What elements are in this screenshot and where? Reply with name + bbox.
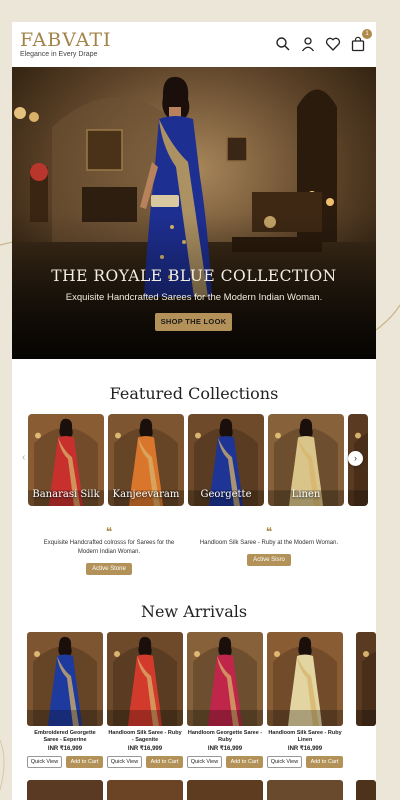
search-icon[interactable] <box>275 36 291 52</box>
collection-card[interactable]: Kanjeevaram <box>108 414 184 506</box>
product-card-partial[interactable] <box>356 632 376 726</box>
product-card: Handloom Silk Saree - Ruby Linen INR ₹16,… <box>267 632 343 768</box>
user-icon[interactable] <box>300 36 316 52</box>
brand-tagline: Elegance in Every Drape <box>20 51 98 58</box>
quick-view-button[interactable]: Quick View <box>187 756 222 768</box>
product-actions: Quick View Add to Cart <box>27 756 103 768</box>
product-image[interactable] <box>267 780 343 800</box>
new-arrivals-grid: Embroidered Georgette Saree - Eeperine IN… <box>27 632 376 772</box>
next-products-row <box>27 780 376 800</box>
quick-view-button[interactable]: Quick View <box>267 756 302 768</box>
cart-count-badge: 1 <box>362 29 372 39</box>
featured-carousel: Banarasi Silk Kanjeevaram Georgette Linen <box>28 414 376 508</box>
hero-title: THE ROYALE BLUE COLLECTION <box>51 267 337 285</box>
product-actions: Quick View Add to Cart <box>267 756 343 768</box>
testimonial-button[interactable]: Active Sisro <box>247 554 291 566</box>
hero-banner[interactable]: THE ROYALE BLUE COLLECTION Exquisite Han… <box>12 67 376 359</box>
carousel-next-icon[interactable]: › <box>348 451 363 466</box>
brand-name: FABVATI <box>20 29 112 51</box>
product-price: INR ₹16,999 <box>287 746 323 752</box>
collection-label: Banarasi Silk <box>32 489 100 500</box>
site-header: FABVATI Elegance in Every Drape 1 <box>12 22 376 66</box>
add-to-cart-button[interactable]: Add to Cart <box>226 756 263 768</box>
product-card: Embroidered Georgette Saree - Eeperine IN… <box>27 632 103 768</box>
new-arrivals-title: New Arrivals <box>140 602 248 621</box>
product-image[interactable] <box>187 780 263 800</box>
quote-icon: ❝ <box>265 525 273 539</box>
product-price: INR ₹16,999 <box>127 746 163 752</box>
product-image[interactable] <box>107 780 183 800</box>
testimonial-text: Exquisite Handcrafted colrosss for Saree… <box>43 540 175 555</box>
product-image[interactable] <box>267 632 343 726</box>
add-to-cart-button[interactable]: Add to Cart <box>146 756 183 768</box>
product-name[interactable]: Handloom Silk Saree - Ruby - Sagenite <box>107 730 183 744</box>
collection-card[interactable]: Banarasi Silk <box>28 414 104 506</box>
add-to-cart-button[interactable]: Add to Cart <box>66 756 103 768</box>
header-icons: 1 <box>275 29 372 52</box>
product-name[interactable]: Handloom Silk Saree - Ruby Linen <box>267 730 343 744</box>
bag-icon[interactable]: 1 <box>350 29 372 52</box>
product-card: Handloom Silk Saree - Ruby - Sagenite INR… <box>107 632 183 768</box>
featured-collections-title: Featured Collections <box>109 384 279 403</box>
product-image[interactable] <box>27 780 103 800</box>
collection-label: Georgette <box>200 489 252 500</box>
page: FABVATI Elegance in Every Drape 1 THE RO… <box>12 22 376 800</box>
product-image[interactable] <box>187 632 263 726</box>
collection-label: Linen <box>291 489 321 500</box>
collection-card[interactable]: Linen <box>268 414 344 506</box>
testimonial-button[interactable]: Active Stone <box>86 563 132 575</box>
heart-icon[interactable] <box>325 36 341 52</box>
quick-view-button[interactable]: Quick View <box>107 756 142 768</box>
collection-label: Kanjeevaram <box>112 489 180 500</box>
quote-icon: ❝ <box>105 525 113 539</box>
product-image[interactable] <box>356 780 376 800</box>
shop-the-look-button[interactable]: SHOP THE LOOK <box>155 313 232 331</box>
product-card: Handloom Georgette Saree - Ruby INR ₹16,9… <box>187 632 263 768</box>
hero-subtitle: Exquisite Handcrafted Sarees for the Mod… <box>65 292 323 303</box>
logo[interactable]: FABVATI Elegance in Every Drape <box>20 30 112 58</box>
product-image[interactable] <box>27 632 103 726</box>
carousel-prev-icon[interactable]: ‹ <box>22 452 25 463</box>
add-to-cart-button[interactable]: Add to Cart <box>306 756 343 768</box>
product-price: INR ₹16,999 <box>47 746 83 752</box>
collection-card[interactable]: Georgette <box>188 414 264 506</box>
testimonial-card: ❝ Handloom Silk Saree - Ruby at the Mode… <box>199 525 339 566</box>
product-price: INR ₹16,999 <box>207 746 243 752</box>
testimonial-text: Handloom Silk Saree - Ruby at the Modern… <box>199 540 339 546</box>
product-actions: Quick View Add to Cart <box>187 756 263 768</box>
product-name[interactable]: Handloom Georgette Saree - Ruby <box>187 730 263 744</box>
product-actions: Quick View Add to Cart <box>107 756 183 768</box>
quick-view-button[interactable]: Quick View <box>27 756 62 768</box>
product-image[interactable] <box>107 632 183 726</box>
product-name[interactable]: Embroidered Georgette Saree - Eeperine <box>27 730 103 744</box>
testimonial-card: ❝ Exquisite Handcrafted colrosss for Sar… <box>39 525 179 575</box>
